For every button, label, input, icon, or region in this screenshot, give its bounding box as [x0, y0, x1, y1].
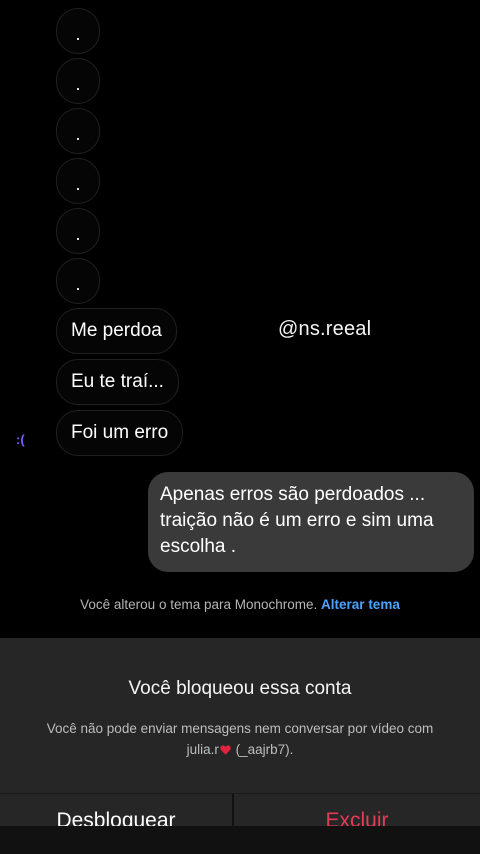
blocked-description: Você não pode enviar mensagens nem conve… — [40, 718, 440, 760]
message-bubble-dot[interactable]: . — [56, 8, 100, 54]
message-text: . — [75, 174, 81, 194]
blocked-account-panel: Você bloqueou essa conta Você não pode e… — [0, 638, 480, 854]
blocked-username: (_aajrb7). — [231, 742, 294, 757]
message-bubble-dot[interactable]: . — [56, 58, 100, 104]
change-theme-link[interactable]: Alterar tema — [321, 597, 400, 612]
watermark-handle: @ns.reeal — [278, 318, 372, 340]
blocked-title: Você bloqueou essa conta — [128, 678, 352, 699]
message-text: Apenas erros são perdoados ... traição n… — [160, 484, 434, 557]
chat-thread: . . . . . . Me perdoa Eu te traí... Foi … — [0, 0, 480, 640]
message-text: Foi um erro — [71, 422, 169, 443]
message-text: . — [75, 24, 81, 44]
system-navigation-bar — [0, 826, 480, 854]
message-text: . — [75, 274, 81, 294]
message-bubble-incoming[interactable]: Me perdoa — [56, 308, 177, 354]
message-text: Eu te traí... — [71, 371, 164, 392]
message-bubble-dot[interactable]: . — [56, 208, 100, 254]
message-bubble-dot[interactable]: . — [56, 108, 100, 154]
message-text: . — [75, 124, 81, 144]
theme-change-notice: Você alterou o tema para Monochrome. Alt… — [0, 597, 480, 612]
message-text: . — [75, 74, 81, 94]
block-actions: Desbloquear Excluir — [0, 793, 480, 829]
message-bubble-incoming[interactable]: Foi um erro — [56, 410, 184, 456]
reaction-emoticon: :( — [16, 432, 25, 447]
message-bubble-dot[interactable]: . — [56, 258, 100, 304]
message-bubble-dot[interactable]: . — [56, 158, 100, 204]
unblock-button[interactable]: Desbloquear — [0, 794, 232, 829]
message-text: Me perdoa — [71, 320, 162, 341]
message-text: . — [75, 224, 81, 244]
delete-button[interactable]: Excluir — [234, 794, 480, 829]
heart-icon — [220, 745, 231, 755]
theme-change-text: Você alterou o tema para Monochrome. — [80, 597, 318, 612]
message-bubble-incoming[interactable]: Eu te traí... — [56, 359, 179, 405]
message-bubble-outgoing[interactable]: Apenas erros são perdoados ... traição n… — [148, 472, 474, 572]
